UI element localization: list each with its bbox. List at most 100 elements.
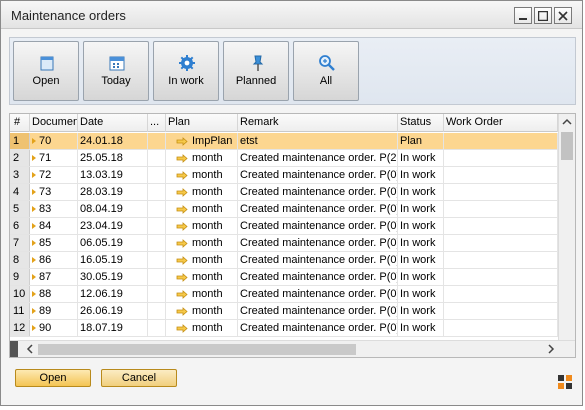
table-row[interactable]: 8 86 16.05.19 month Created maintenance orde… (10, 252, 558, 269)
table-row[interactable]: 12 90 18.07.19 month Created maintenance ord… (10, 320, 558, 337)
col-header-work-order[interactable]: Work Order (444, 114, 558, 132)
document-cell[interactable]: 72 (30, 167, 78, 183)
col-header-status[interactable]: Status (398, 114, 444, 132)
row-number[interactable]: 5 (10, 201, 30, 217)
row-number[interactable]: 9 (10, 269, 30, 285)
row-number[interactable]: 3 (10, 167, 30, 183)
document-cell[interactable]: 84 (30, 218, 78, 234)
today-filter-button[interactable]: Today (83, 41, 149, 101)
plan-cell[interactable]: month (166, 286, 238, 302)
table-row[interactable]: 5 83 08.04.19 month Created maintenance orde… (10, 201, 558, 218)
all-filter-button[interactable]: All (293, 41, 359, 101)
document-cell[interactable]: 86 (30, 252, 78, 268)
plan-cell[interactable]: month (166, 269, 238, 285)
scroll-left-icon[interactable] (24, 341, 36, 357)
table-row[interactable]: 3 72 13.03.19 month Created maintenance orde… (10, 167, 558, 184)
row-number[interactable]: 12 (10, 320, 30, 336)
col-header-remark[interactable]: Remark (238, 114, 398, 132)
plan-cell[interactable]: ImpPlan (166, 133, 238, 149)
document-link-arrow-icon[interactable] (32, 155, 36, 162)
col-header-document[interactable]: Document (30, 114, 78, 132)
col-header-plan[interactable]: Plan (166, 114, 238, 132)
row-number[interactable]: 4 (10, 184, 30, 200)
table-row[interactable]: 7 85 06.05.19 month Created maintenance orde… (10, 235, 558, 252)
table-row[interactable]: 11 89 26.06.19 month Created maintenance ord… (10, 303, 558, 320)
in-work-filter-button[interactable]: In work (153, 41, 219, 101)
open-filter-button[interactable]: Open (13, 41, 79, 101)
plan-cell[interactable]: month (166, 303, 238, 319)
scroll-right-icon[interactable] (545, 341, 557, 357)
plan-cell[interactable]: month (166, 235, 238, 251)
row-number[interactable]: 6 (10, 218, 30, 234)
plan-cell[interactable]: month (166, 201, 238, 217)
document-link-arrow-icon[interactable] (32, 291, 36, 298)
horizontal-scrollbar[interactable] (10, 340, 575, 357)
row-number[interactable]: 10 (10, 286, 30, 302)
plan-cell[interactable]: month (166, 150, 238, 166)
plan-cell[interactable]: month (166, 218, 238, 234)
cancel-button[interactable]: Cancel (101, 369, 177, 387)
plan-link-arrow-icon[interactable] (176, 272, 188, 282)
table-row[interactable]: 1 70 24.01.18 ImpPlan etst Plan (10, 133, 558, 150)
document-cell[interactable]: 88 (30, 286, 78, 302)
plan-cell[interactable]: month (166, 184, 238, 200)
document-cell[interactable]: 83 (30, 201, 78, 217)
vertical-scrollbar[interactable] (558, 114, 575, 340)
row-number[interactable]: 11 (10, 303, 30, 319)
plan-link-arrow-icon[interactable] (176, 255, 188, 265)
document-link-arrow-icon[interactable] (32, 257, 36, 264)
table-row[interactable]: 6 84 23.04.19 month Created maintenance orde… (10, 218, 558, 235)
vertical-scroll-thumb[interactable] (561, 132, 573, 160)
row-number[interactable]: 8 (10, 252, 30, 268)
col-header-date[interactable]: Date (78, 114, 148, 132)
close-button[interactable] (554, 7, 572, 24)
document-link-arrow-icon[interactable] (32, 240, 36, 247)
plan-cell[interactable]: month (166, 320, 238, 336)
plan-link-arrow-icon[interactable] (176, 306, 188, 316)
plan-link-arrow-icon[interactable] (176, 238, 188, 248)
col-header-row-number[interactable]: # (10, 114, 30, 132)
plan-cell[interactable]: month (166, 167, 238, 183)
document-cell[interactable]: 89 (30, 303, 78, 319)
plan-link-arrow-icon[interactable] (176, 187, 188, 197)
document-cell[interactable]: 73 (30, 184, 78, 200)
document-cell[interactable]: 87 (30, 269, 78, 285)
document-link-arrow-icon[interactable] (32, 308, 36, 315)
title-bar: Maintenance orders (1, 1, 582, 29)
scroll-up-icon[interactable] (559, 114, 575, 130)
row-number[interactable]: 7 (10, 235, 30, 251)
horizontal-scroll-thumb[interactable] (38, 344, 356, 355)
col-header-more[interactable]: ... (148, 114, 166, 132)
document-link-arrow-icon[interactable] (32, 138, 36, 145)
document-link-arrow-icon[interactable] (32, 189, 36, 196)
maximize-button[interactable] (534, 7, 552, 24)
document-link-arrow-icon[interactable] (32, 325, 36, 332)
open-button[interactable]: Open (15, 369, 91, 387)
planned-filter-button[interactable]: Planned (223, 41, 289, 101)
document-cell[interactable]: 71 (30, 150, 78, 166)
plan-link-arrow-icon[interactable] (176, 323, 188, 333)
document-cell[interactable]: 85 (30, 235, 78, 251)
plan-link-arrow-icon[interactable] (176, 136, 188, 146)
document-link-arrow-icon[interactable] (32, 172, 36, 179)
document-cell[interactable]: 90 (30, 320, 78, 336)
document-cell[interactable]: 70 (30, 133, 78, 149)
table-row[interactable]: 9 87 30.05.19 month Created maintenance orde… (10, 269, 558, 286)
table-row[interactable]: 10 88 12.06.19 month Created maintenance ord… (10, 286, 558, 303)
plan-link-arrow-icon[interactable] (176, 170, 188, 180)
table-row[interactable]: 2 71 25.05.18 month Created maintenance orde… (10, 150, 558, 167)
document-link-arrow-icon[interactable] (32, 206, 36, 213)
plan-link-arrow-icon[interactable] (176, 221, 188, 231)
minimize-button[interactable] (514, 7, 532, 24)
document-link-arrow-icon[interactable] (32, 274, 36, 281)
plan-link-arrow-icon[interactable] (176, 289, 188, 299)
plan-name: month (192, 305, 223, 317)
plan-cell[interactable]: month (166, 252, 238, 268)
resize-grip-icon[interactable] (556, 373, 574, 391)
row-number[interactable]: 2 (10, 150, 30, 166)
document-link-arrow-icon[interactable] (32, 223, 36, 230)
plan-link-arrow-icon[interactable] (176, 204, 188, 214)
plan-link-arrow-icon[interactable] (176, 153, 188, 163)
table-row[interactable]: 4 73 28.03.19 month Created maintenance orde… (10, 184, 558, 201)
row-number[interactable]: 1 (10, 133, 30, 149)
